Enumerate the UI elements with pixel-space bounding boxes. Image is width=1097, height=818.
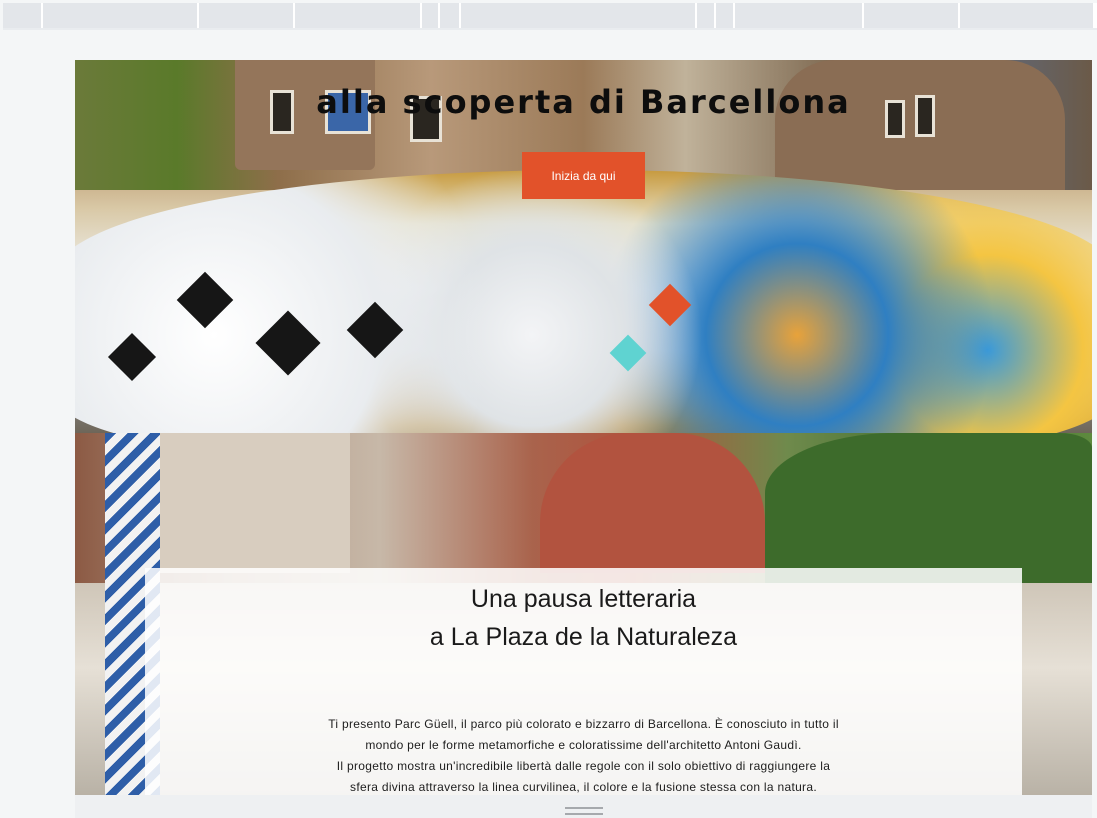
toolbar-segment-7[interactable] — [461, 3, 697, 28]
toolbar-divider — [3, 28, 1097, 30]
toolbar-segment-2[interactable] — [43, 3, 199, 28]
toolbar-segment-6[interactable] — [440, 3, 461, 28]
section-heading-line1: Una pausa letteraria — [470, 585, 697, 613]
start-here-button[interactable]: Inizia da qui — [522, 152, 645, 199]
hero-section: alla scoperta di Barcellona Inizia da qu… — [75, 60, 1092, 433]
literary-break-section: Una pausa letteraria a La Plaza de la Na… — [75, 433, 1092, 795]
text-card: Una pausa letteraria a La Plaza de la Na… — [145, 568, 1022, 795]
top-toolbar — [3, 3, 1097, 28]
toolbar-segment-8[interactable] — [697, 3, 716, 28]
toolbar-segment-3[interactable] — [199, 3, 295, 28]
toolbar-segment-12[interactable] — [960, 3, 1095, 28]
body-line: Ti presento Parc Güell, il parco più col… — [328, 717, 839, 731]
section-heading-line2: a La Plaza de la Naturaleza — [429, 623, 738, 651]
resize-handle-icon[interactable] — [565, 807, 603, 815]
background-building — [160, 433, 350, 573]
background-dome-building — [540, 433, 765, 573]
body-line: mondo per le forme metamorfiche e colora… — [365, 738, 802, 752]
toolbar-segment-9[interactable] — [716, 3, 735, 28]
background-trees — [765, 433, 1092, 583]
section-heading: Una pausa letteraria a La Plaza de la Na… — [145, 580, 1022, 656]
body-line: Il progetto mostra un'incredibile libert… — [336, 759, 831, 773]
hero-title: alla scoperta di Barcellona — [316, 83, 851, 122]
toolbar-segment-11[interactable] — [864, 3, 960, 28]
hero-mosaic-bench — [75, 170, 1092, 433]
toolbar-segment-1[interactable] — [3, 3, 43, 28]
section-body-text: Ti presento Parc Güell, il parco più col… — [305, 714, 862, 795]
toolbar-segment-4[interactable] — [295, 3, 422, 28]
toolbar-segment-10[interactable] — [735, 3, 864, 28]
toolbar-segment-5[interactable] — [422, 3, 440, 28]
body-line: sfera divina attraverso la linea curvili… — [350, 780, 817, 794]
hero-building-right — [775, 60, 1065, 190]
